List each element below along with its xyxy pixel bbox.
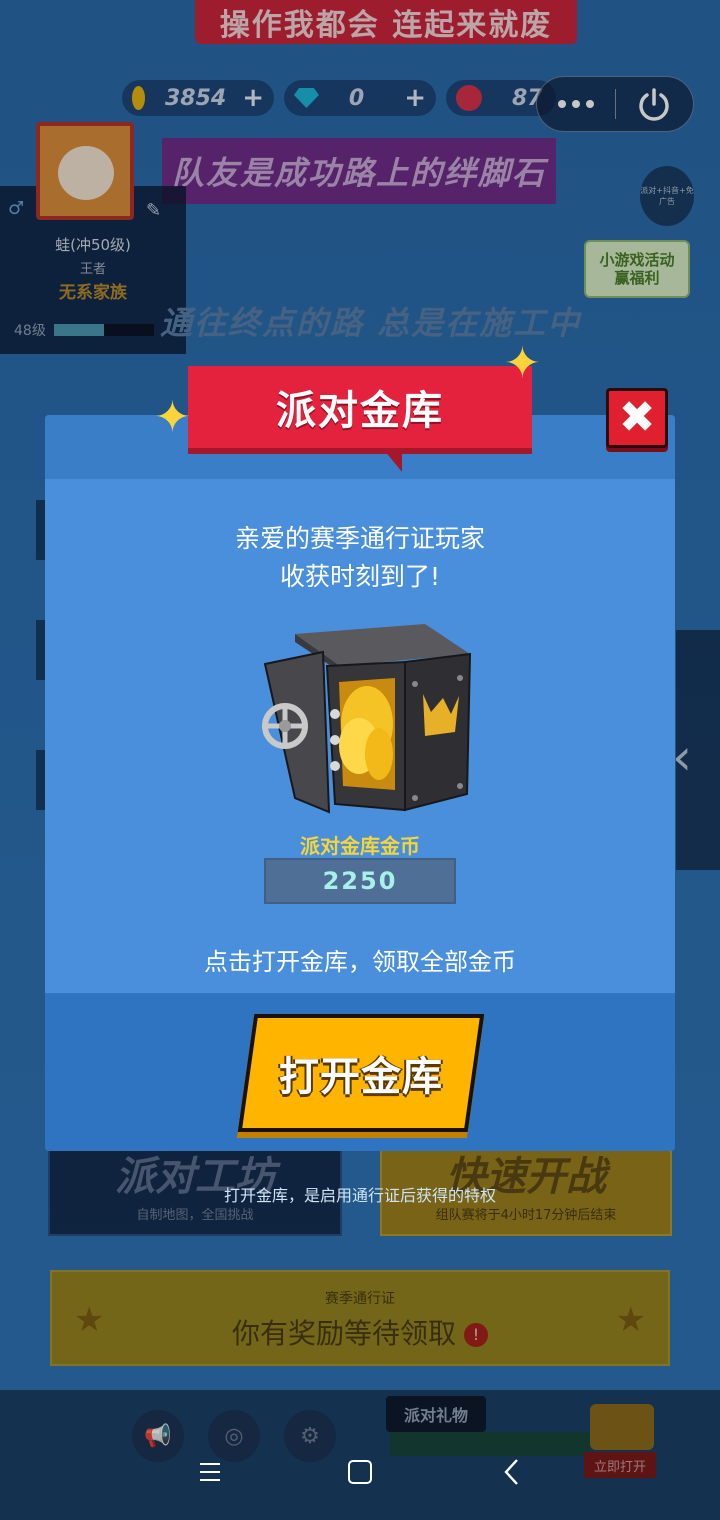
vault-coins-label: 派对金库金币 xyxy=(300,834,420,858)
open-vault-hint: 点击打开金库，领取全部金币 xyxy=(204,948,516,976)
sparkle-icon: ✦ xyxy=(154,392,191,443)
open-vault-button-label: 打开金库 xyxy=(279,1054,443,1100)
menu-icon[interactable] xyxy=(190,1456,230,1488)
back-icon[interactable] xyxy=(492,1456,532,1488)
greeting-line2: 收获时刻到了! xyxy=(279,562,441,591)
dialog-title: 派对金库 xyxy=(188,366,532,472)
vault-coins-value: 2250 xyxy=(264,858,456,904)
home-icon[interactable] xyxy=(340,1456,380,1488)
privilege-footnote: 打开金库，是启用通行证后获得的特权 xyxy=(223,1186,496,1205)
close-button[interactable]: ✖ xyxy=(606,388,668,448)
dialog-greeting: 亲爱的赛季通行证玩家 收获时刻到了! xyxy=(45,520,675,596)
safe-icon xyxy=(262,624,472,814)
sparkle-icon: ✦ xyxy=(504,338,541,389)
greeting-line1: 亲爱的赛季通行证玩家 xyxy=(234,524,485,553)
open-vault-button[interactable]: 打开金库 xyxy=(237,1014,485,1132)
